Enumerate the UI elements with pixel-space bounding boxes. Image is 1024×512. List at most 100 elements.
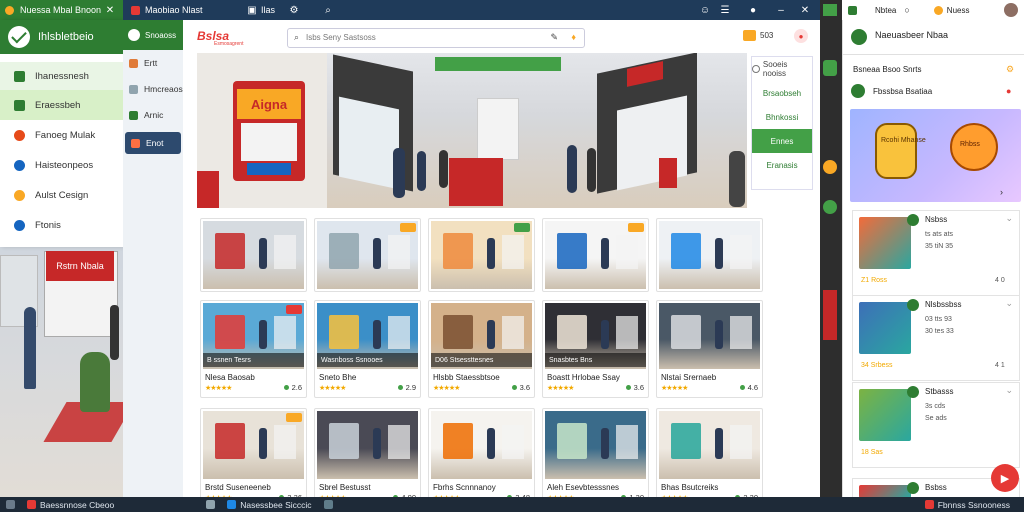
product-card[interactable]: B ssnen Tesrs Nlesa Baosab ★★★★★ 2.6 [200, 300, 307, 398]
right-panel: Naeuasbeer Nbaa Bsneaa Bsoo Snrts ⚙ Fbss… [842, 20, 1024, 499]
list-icon [14, 70, 25, 82]
taskbar-item[interactable]: Fbnnss Ssnooness [919, 500, 1016, 510]
play-fab-icon[interactable]: ▶ [991, 464, 1019, 492]
search-icon[interactable]: ⌕ [321, 3, 335, 17]
price-dot-icon [739, 385, 745, 390]
settings-icon[interactable]: ⚙ [287, 3, 301, 17]
product-card[interactable]: Nlstai Srernaeb ★★★★★ 4.6 [656, 300, 763, 398]
product-card[interactable]: Sbrel Bestusst★★★★★4.00 [314, 408, 421, 506]
promo-subtitle: Rhbss [960, 141, 980, 148]
bulb-icon [14, 189, 25, 201]
tab-icon[interactable]: ▣ [245, 3, 259, 17]
product-card[interactable]: Brstd Suseneeneb★★★★★3.36 [200, 408, 307, 506]
side-card-rating: Z1 Ross [861, 277, 888, 284]
search-input[interactable]: Isbs Seny Sastsoss [306, 33, 376, 42]
list-item[interactable]: Bsneaa Bsoo Snrts [853, 65, 921, 74]
right-panel-tab[interactable]: Nuess [947, 6, 970, 15]
product-card[interactable] [428, 218, 535, 292]
user-icon[interactable]: ☺ [698, 3, 712, 17]
taskbar-item[interactable] [318, 500, 339, 509]
right-edge-strip [820, 0, 842, 497]
menu-item-5[interactable]: Ftonis [0, 210, 123, 240]
nav-item-2[interactable]: Hmcreaos [123, 76, 183, 102]
side-card-line: Se ads [925, 415, 947, 422]
voice-icon[interactable]: ✎ [550, 32, 558, 43]
bell-icon[interactable]: ♦ [571, 32, 576, 42]
product-name[interactable]: Boastt Hrlobae Ssay [547, 373, 620, 382]
mascot-figure [80, 352, 110, 412]
minimize-icon[interactable]: – [774, 3, 788, 17]
chevron-down-icon[interactable]: ⌄ [1005, 298, 1013, 309]
taskbar-item[interactable] [200, 500, 221, 509]
product-card[interactable]: Fbrhs Scnnnanoy★★★★★3.48 [428, 408, 535, 506]
product-name[interactable]: Nlesa Baosab [205, 373, 255, 382]
product-name[interactable]: Brstd Suseneeneb [205, 483, 271, 492]
menu-item-label: Fanoeg Mulak [35, 129, 96, 141]
product-card[interactable]: Bhas Bsutcreiks★★★★★2.30 [656, 408, 763, 506]
nav-item-label: Snoaoss [145, 30, 177, 40]
menu-item-2[interactable]: Fanoeg Mulak [0, 120, 123, 150]
notification-icon[interactable]: ● [746, 3, 760, 17]
side-card[interactable]: Nsbss ts ats ats 35 tiN 35 Z1 Ross 4 0 ⌄ [852, 210, 1020, 296]
chevron-down-icon[interactable]: ⌄ [1005, 385, 1013, 396]
menu-item-label: Eraessbeh [35, 99, 81, 111]
product-name[interactable]: Sneto Bhe [319, 373, 356, 382]
product-card[interactable] [656, 218, 763, 292]
menu-item-3[interactable]: Haisteonpeos [0, 150, 123, 180]
product-name[interactable]: Sbrel Bestusst [319, 483, 371, 492]
profile-icon[interactable]: ● [794, 29, 808, 43]
main-window-title[interactable]: Maobiao Nlast [145, 5, 233, 15]
side-card[interactable]: Nlsbssbss 03 tts 93 30 tes 33 34 Srbess 4 1 ⌄ [852, 295, 1020, 381]
pin-icon[interactable]: ● [1006, 86, 1011, 96]
category-item[interactable]: Bhnkossi [752, 105, 812, 129]
tab-label[interactable]: Ilas [261, 5, 275, 15]
category-item-active[interactable]: Ennes [752, 129, 812, 153]
brand-header: Ihlsbletbeio [0, 20, 123, 54]
nav-item-1[interactable]: Ertt [123, 50, 183, 76]
nav-item-3[interactable]: Arnic [123, 102, 183, 128]
product-rating: ★★★★★ [661, 385, 688, 392]
user-avatar[interactable] [1004, 3, 1018, 17]
taskbar-item[interactable]: Baessnnose Cbeoo [21, 500, 120, 510]
product-name[interactable]: Bhas Bsutcreiks [661, 483, 718, 492]
product-card[interactable] [542, 218, 649, 292]
list-item[interactable]: Fbssbsa Bsatiaa [873, 87, 932, 96]
menu-item-4[interactable]: Aulst Cesign [0, 180, 123, 210]
product-rating: ★★★★★ [547, 385, 574, 392]
product-card[interactable]: Snasbtes Bns Boastt Hrlobae Ssay ★★★★★ 3.6 [542, 300, 649, 398]
menu-item-1[interactable]: Eraessbeh [0, 90, 123, 120]
hero-banner[interactable]: Aigna [197, 53, 747, 208]
cart-widget[interactable]: 503 [743, 30, 773, 41]
close-icon[interactable]: ✕ [798, 3, 812, 17]
nav-item-4[interactable]: Enot [125, 132, 181, 154]
app-icon [227, 500, 237, 509]
product-name[interactable]: Nlstai Srernaeb [661, 373, 716, 382]
product-card[interactable]: D06 Stsessttesnes Hlsbb Staessbtsoe ★★★★★ 3… [428, 300, 535, 398]
category-item[interactable]: Brsaobseh [752, 81, 812, 105]
chevron-down-icon[interactable]: ⌄ [1005, 213, 1013, 224]
menu-icon[interactable]: ☰ [718, 3, 732, 17]
product-name[interactable]: Aleh Esevbtesssnes [547, 483, 619, 492]
promo-banner[interactable]: Rcohi Mhanse Rhbss › [850, 109, 1021, 202]
radio-icon [752, 65, 760, 73]
product-card[interactable]: Aleh Esevbtesssnes★★★★★1.30 [542, 408, 649, 506]
avatar-icon[interactable] [933, 5, 943, 15]
search-bar[interactable]: ⌕ Isbs Seny Sastsoss ✎ ♦ [287, 28, 585, 48]
product-name[interactable]: Hlsbb Staessbtsoe [433, 373, 500, 382]
start-button[interactable] [0, 500, 21, 509]
category-item[interactable]: Eranasis [752, 153, 812, 177]
product-card[interactable] [314, 218, 421, 292]
product-name[interactable]: Fbrhs Scnnnanoy [433, 483, 496, 492]
next-arrow-icon[interactable]: › [1000, 187, 1003, 197]
product-card[interactable] [200, 218, 307, 292]
right-panel-header: Naeuasbeer Nbaa [875, 30, 949, 40]
settings-icon[interactable]: ⚙ [1006, 64, 1014, 75]
taskbar-item[interactable]: Nasessbee Sicccic [221, 500, 317, 510]
close-icon[interactable]: ✕ [103, 3, 117, 17]
price-dot-icon [397, 385, 403, 390]
side-card[interactable]: Stbasss 3s cds Se ads 18 Sas ⌄ [852, 382, 1020, 468]
menu-item-0[interactable]: Ihanessnesh [0, 62, 123, 90]
product-card[interactable]: Wasnboss Ssnooes Sneto Bhe ★★★★★ 2.9 [314, 300, 421, 398]
category-panel: Sooeis nooiss Brsaobseh Bhnkossi Ennes E… [751, 56, 813, 190]
settings-icon[interactable]: ○ [904, 5, 909, 15]
